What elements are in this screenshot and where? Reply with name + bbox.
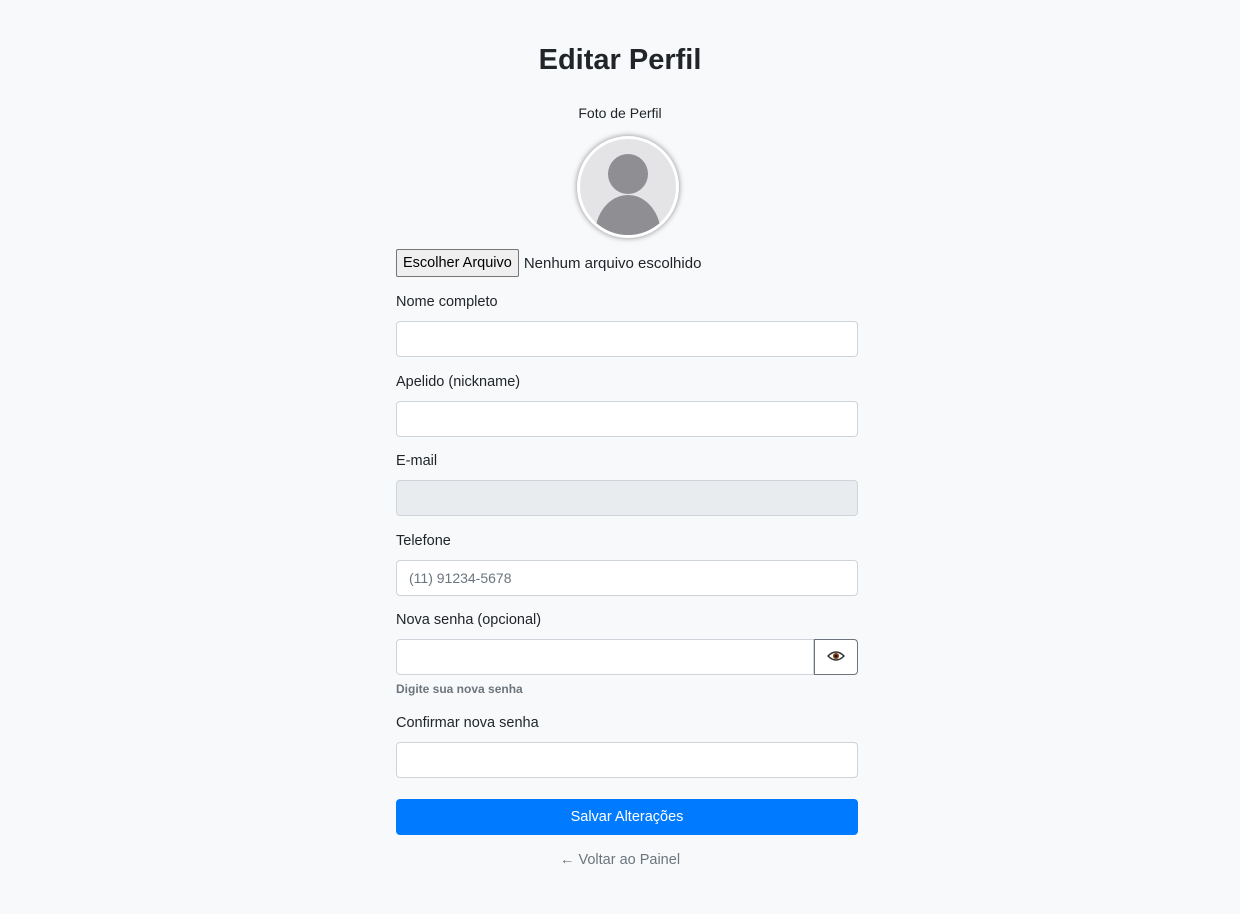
file-input[interactable]: Escolher Arquivo Nenhum arquivo escolhid… (396, 249, 701, 277)
profile-photo-label: Foto de Perfil (578, 105, 662, 121)
page-title: Editar Perfil (538, 44, 702, 76)
phone-label: Telefone (396, 533, 451, 549)
new-password-label: Nova senha (opcional) (396, 612, 542, 628)
back-to-dashboard-link[interactable]: ← Voltar ao Painel (560, 852, 680, 868)
phone-input[interactable] (396, 560, 858, 596)
full-name-label: Nome completo (396, 294, 498, 310)
email-field (396, 480, 858, 516)
choose-file-button[interactable]: Escolher Arquivo (396, 249, 519, 277)
nickname-input[interactable] (396, 401, 858, 437)
nickname-label: Apelido (nickname) (396, 374, 521, 390)
eye-icon (826, 650, 846, 665)
user-silhouette-icon (580, 139, 676, 235)
edit-profile-page: Editar Perfil Foto de Perfil Escolher Ar… (0, 0, 1240, 914)
back-to-dashboard-row: ← Voltar ao Painel (0, 852, 1240, 868)
full-name-input[interactable] (396, 321, 858, 357)
avatar (577, 136, 679, 238)
email-label: E-mail (396, 453, 438, 469)
save-button[interactable]: Salvar Alterações (396, 799, 858, 835)
password-hint: Digite sua nova senha (396, 682, 523, 696)
confirm-password-label: Confirmar nova senha (396, 715, 539, 731)
confirm-password-input[interactable] (396, 742, 858, 778)
toggle-password-button[interactable] (814, 639, 858, 675)
new-password-input[interactable] (396, 639, 814, 675)
file-status: Nenhum arquivo escolhido (523, 254, 702, 272)
